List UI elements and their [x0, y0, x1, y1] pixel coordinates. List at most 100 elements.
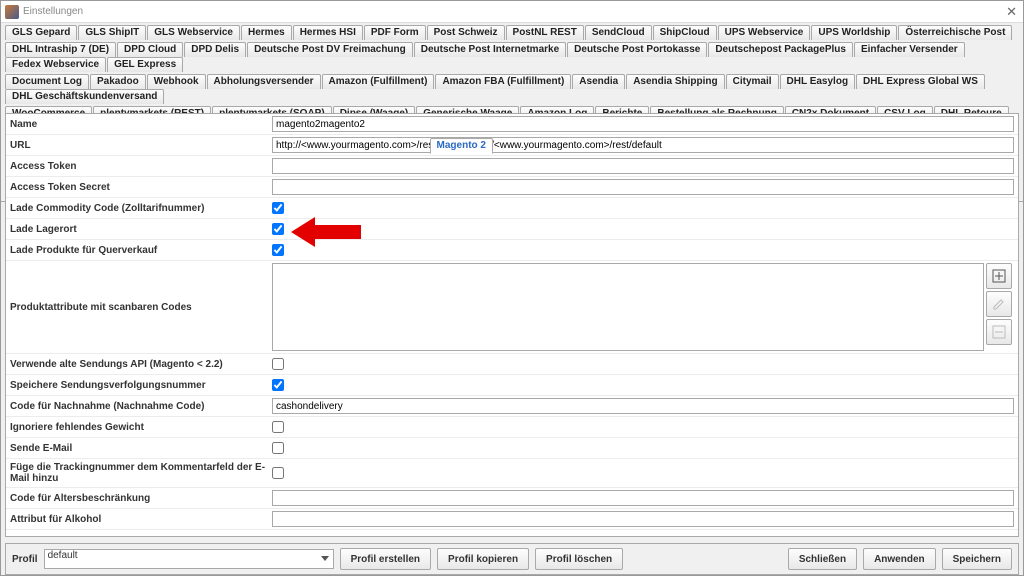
- label-gewicht: Ignoriere fehlendes Gewicht: [6, 420, 272, 435]
- tab-gls-webservice[interactable]: GLS Webservice: [147, 25, 240, 40]
- checkbox-commodity-code[interactable]: [272, 202, 284, 214]
- row-trackingnummer: Speichere Sendungsverfolgungsnummer: [6, 375, 1018, 396]
- label-access-token: Access Token: [6, 159, 272, 174]
- tab-abholungsversender[interactable]: Abholungsversender: [207, 74, 321, 89]
- edit-button[interactable]: [986, 291, 1012, 317]
- row-old-api: Verwende alte Sendungs API (Magento < 2.…: [6, 354, 1018, 375]
- tab-pakadoo[interactable]: Pakadoo: [90, 74, 146, 89]
- anwenden-button[interactable]: Anwenden: [863, 548, 936, 570]
- tab-hermes-hsi[interactable]: Hermes HSI: [293, 25, 363, 40]
- tab-pdf-form[interactable]: PDF Form: [364, 25, 426, 40]
- tab-hermes[interactable]: Hermes: [241, 25, 292, 40]
- row-kommentar: Füge die Trackingnummer dem Kommentarfel…: [6, 459, 1018, 488]
- tab-webhook[interactable]: Webhook: [147, 74, 206, 89]
- tab-citymail[interactable]: Citymail: [726, 74, 779, 89]
- minus-box-icon: [992, 325, 1006, 339]
- tab-amazon-fba-fulfillment-[interactable]: Amazon FBA (Fulfillment): [435, 74, 571, 89]
- speichern-button[interactable]: Speichern: [942, 548, 1012, 570]
- input-access-token-secret[interactable]: [272, 179, 1014, 195]
- label-trackingnummer: Speichere Sendungsverfolgungsnummer: [6, 378, 272, 393]
- tab-document-log[interactable]: Document Log: [5, 74, 89, 89]
- label-name: Name: [6, 117, 272, 132]
- checkbox-email[interactable]: [272, 442, 284, 454]
- tab-deutsche-post-portokasse[interactable]: Deutsche Post Portokasse: [567, 42, 707, 57]
- tab-postnl-rest[interactable]: PostNL REST: [506, 25, 584, 40]
- tab-dhl-easylog[interactable]: DHL Easylog: [780, 74, 856, 89]
- tab-row-1: GLS GepardGLS ShipITGLS WebserviceHermes…: [1, 23, 1023, 40]
- label-produktattribute: Produktattribute mit scanbaren Codes: [6, 300, 272, 315]
- checkbox-old-api[interactable]: [272, 358, 284, 370]
- row-gewicht: Ignoriere fehlendes Gewicht: [6, 417, 1018, 438]
- tab-gls-gepard[interactable]: GLS Gepard: [5, 25, 77, 40]
- row-alkohol: Attribut für Alkohol: [6, 509, 1018, 530]
- tab-einfacher-versender[interactable]: Einfacher Versender: [854, 42, 965, 57]
- tab-amazon-fulfillment-[interactable]: Amazon (Fulfillment): [322, 74, 435, 89]
- tab--sterreichische-post[interactable]: Österreichische Post: [898, 25, 1012, 40]
- row-access-token: Access Token: [6, 156, 1018, 177]
- row-access-token-secret: Access Token Secret: [6, 177, 1018, 198]
- row-lagerort: Lade Lagerort: [6, 219, 1018, 240]
- checkbox-trackingnummer[interactable]: [272, 379, 284, 391]
- profil-loeschen-button[interactable]: Profil löschen: [535, 548, 623, 570]
- row-altersbeschraenkung: Code für Altersbeschränkung: [6, 488, 1018, 509]
- app-icon: [5, 5, 19, 19]
- input-name[interactable]: [272, 116, 1014, 132]
- plus-box-icon: [992, 269, 1006, 283]
- tab-dhl-intraship-7-de-[interactable]: DHL Intraship 7 (DE): [5, 42, 116, 57]
- window-title: Einstellungen: [23, 6, 83, 17]
- input-alkohol[interactable]: [272, 511, 1014, 527]
- label-access-token-secret: Access Token Secret: [6, 180, 272, 195]
- input-url[interactable]: [272, 137, 1014, 153]
- add-button[interactable]: [986, 263, 1012, 289]
- input-access-token[interactable]: [272, 158, 1014, 174]
- tab-dpd-delis[interactable]: DPD Delis: [184, 42, 246, 57]
- profil-kopieren-button[interactable]: Profil kopieren: [437, 548, 529, 570]
- row-commodity-code: Lade Commodity Code (Zolltarifnummer): [6, 198, 1018, 219]
- tab-ups-webservice[interactable]: UPS Webservice: [718, 25, 811, 40]
- tab-dpd-cloud[interactable]: DPD Cloud: [117, 42, 183, 57]
- tab-deutschepost-packageplus[interactable]: Deutschepost PackagePlus: [708, 42, 853, 57]
- tab-magento-2[interactable]: Magento 2: [430, 138, 493, 154]
- profile-select-value: default: [48, 550, 78, 561]
- tab-asendia[interactable]: Asendia: [572, 74, 625, 89]
- checkbox-gewicht[interactable]: [272, 421, 284, 433]
- input-nachnahme[interactable]: [272, 398, 1014, 414]
- tab-shipcloud[interactable]: ShipCloud: [653, 25, 717, 40]
- schliessen-button[interactable]: Schließen: [788, 548, 857, 570]
- titlebar: Einstellungen ✕: [1, 1, 1023, 23]
- input-altersbeschraenkung[interactable]: [272, 490, 1014, 506]
- tab-dhl-gesch-ftskundenversand[interactable]: DHL Geschäftskundenversand: [5, 89, 164, 104]
- row-nachnahme: Code für Nachnahme (Nachnahme Code): [6, 396, 1018, 417]
- tab-gel-express[interactable]: GEL Express: [107, 57, 183, 72]
- tab-row-2: DHL Intraship 7 (DE)DPD CloudDPD DelisDe…: [1, 40, 1023, 72]
- tab-deutsche-post-internetmarke[interactable]: Deutsche Post Internetmarke: [414, 42, 566, 57]
- label-kommentar: Füge die Trackingnummer dem Kommentarfel…: [6, 460, 272, 486]
- tab-asendia-shipping[interactable]: Asendia Shipping: [626, 74, 724, 89]
- tab-deutsche-post-dv-freimachung[interactable]: Deutsche Post DV Freimachung: [247, 42, 413, 57]
- checkbox-kommentar[interactable]: [272, 467, 284, 479]
- tab-dhl-express-global-ws[interactable]: DHL Express Global WS: [856, 74, 985, 89]
- tab-gls-shipit[interactable]: GLS ShipIT: [78, 25, 146, 40]
- tab-row-3: Document LogPakadooWebhookAbholungsverse…: [1, 72, 1023, 104]
- label-alkohol: Attribut für Alkohol: [6, 512, 272, 527]
- settings-content: Name URL Access Token Access Token Secre…: [5, 113, 1019, 537]
- checkbox-lagerort[interactable]: [272, 223, 284, 235]
- tab-sendcloud[interactable]: SendCloud: [585, 25, 652, 40]
- label-url: URL: [6, 138, 272, 153]
- label-altersbeschraenkung: Code für Altersbeschränkung: [6, 491, 272, 506]
- remove-button[interactable]: [986, 319, 1012, 345]
- label-profil: Profil: [12, 554, 38, 565]
- tab-fedex-webservice[interactable]: Fedex Webservice: [5, 57, 106, 72]
- bottom-bar: Profil default Profil erstellen Profil k…: [5, 543, 1019, 575]
- textarea-produktattribute[interactable]: [272, 263, 984, 351]
- row-email: Sende E-Mail: [6, 438, 1018, 459]
- label-lagerort: Lade Lagerort: [6, 222, 272, 237]
- checkbox-querverkauf[interactable]: [272, 244, 284, 256]
- tab-ups-worldship[interactable]: UPS Worldship: [811, 25, 897, 40]
- tab-post-schweiz[interactable]: Post Schweiz: [427, 25, 505, 40]
- close-icon[interactable]: ✕: [1006, 4, 1017, 20]
- row-url: URL: [6, 135, 1018, 156]
- label-email: Sende E-Mail: [6, 441, 272, 456]
- profile-select[interactable]: default: [44, 549, 334, 569]
- profil-erstellen-button[interactable]: Profil erstellen: [340, 548, 431, 570]
